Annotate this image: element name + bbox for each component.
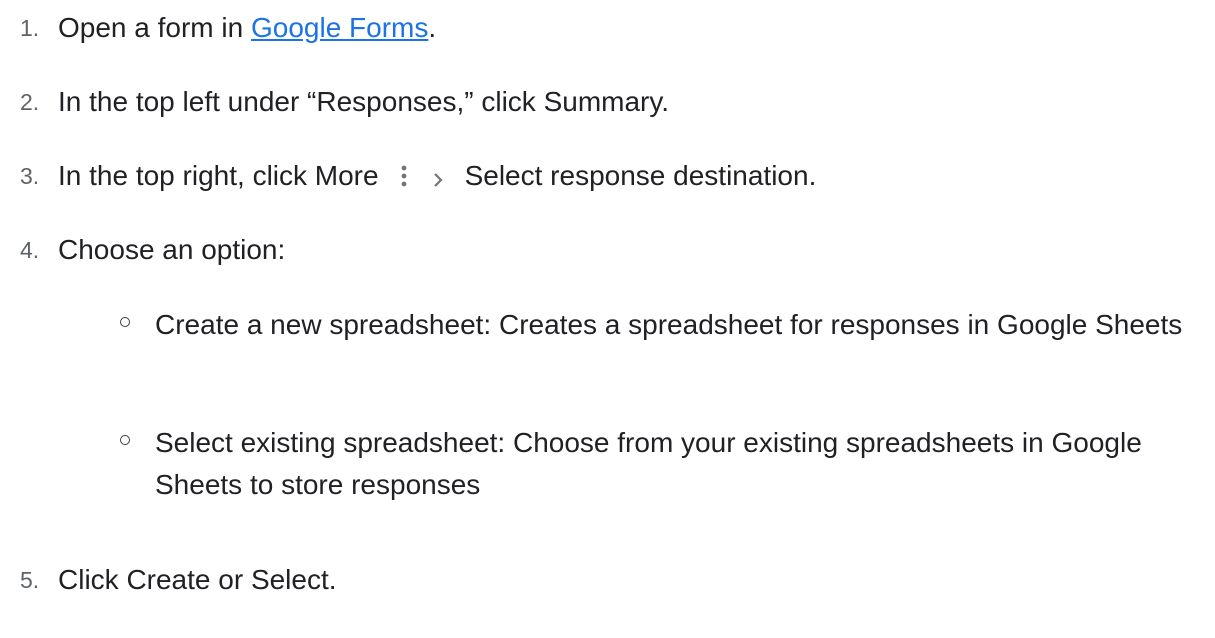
step-text: In the top right, click More Select respo…	[58, 158, 816, 196]
option-text: Select existing spreadsheet: Choose from…	[155, 427, 1142, 500]
step-text-before: Open a form in	[58, 12, 251, 43]
option-item: Create a new spreadsheet: Creates a spre…	[120, 304, 1200, 388]
step-text-before: In the top right, click More	[58, 160, 379, 191]
option-text: Create a new spreadsheet: Creates a spre…	[155, 309, 1183, 340]
step-number: 5.	[20, 567, 40, 593]
step-number: 1.	[20, 15, 40, 41]
option-item: Select existing spreadsheet: Choose from…	[120, 422, 1200, 506]
bullet-icon	[120, 317, 130, 327]
step-text-after: .	[428, 12, 437, 43]
step-number: 4.	[20, 237, 40, 263]
bullet-icon	[120, 435, 130, 445]
more-vert-icon	[401, 160, 407, 196]
step-text: Open a form in Google Forms.	[58, 10, 436, 46]
google-forms-link[interactable]: Google Forms	[251, 12, 428, 43]
step-number: 2.	[20, 89, 40, 115]
step-text-after: Select response destination.	[464, 160, 817, 191]
step-text: Click Create or Select.	[58, 564, 337, 595]
chevron-right-icon	[433, 160, 443, 196]
step-text: In the top left under “Responses,” click…	[58, 86, 670, 117]
step-number: 3.	[20, 163, 40, 189]
step-text: Choose an option:	[58, 234, 286, 265]
